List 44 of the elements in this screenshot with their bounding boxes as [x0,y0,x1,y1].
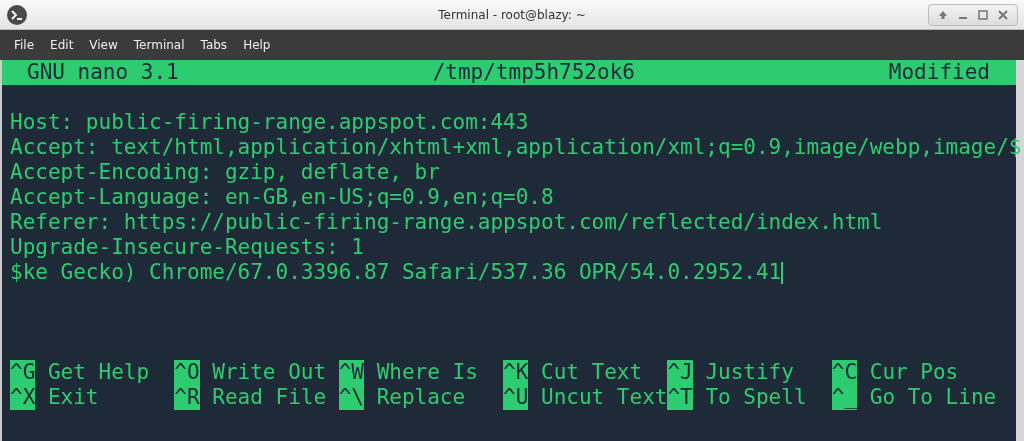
text-line: Upgrade-Insecure-Requests: 1 [10,235,364,260]
nano-version: GNU nano 3.1 [27,60,179,85]
shortcut-label: Go To Line [869,385,997,410]
menu-item[interactable]: Edit [42,38,82,52]
terminal-icon [6,3,28,26]
text-cursor [781,261,784,284]
text-line: $ke Gecko) Chrome/67.0.3396.87 Safari/537.36 OPR/54.0.2952.41 [10,260,782,285]
shortcut-key: ^W [338,360,364,385]
shortcut-label: Where Is [376,360,478,385]
shortcut-key: ^_ [831,385,858,410]
modified-status: Modified [888,60,990,85]
menu-item[interactable]: Terminal [125,38,193,52]
shortcut-key: ^O [174,360,200,385]
shortcut-label: Justify [705,360,794,385]
shortcut-label: Exit [47,385,99,410]
text-line: Referer: https://public-firing-range.appspot.com/reflected/index.html [10,210,883,235]
shortcut-label: Write Out [212,360,327,385]
shortcut-label: Get Help [47,360,150,385]
menu-item[interactable]: File [6,38,43,52]
shortcut-label: Uncut Text [541,385,668,410]
shortcut-label: To Spell [705,385,807,410]
menu-item[interactable]: View [81,38,126,52]
shortcut-key: ^T [667,385,693,410]
text-line: Host: public-firing-range.appspot.com:443 [10,110,529,135]
shortcut-label: Cut Text [541,360,643,385]
shortcut-label: Replace [376,385,466,410]
menu-item[interactable]: Tabs [192,38,236,52]
shortcut-key: ^J [667,360,693,385]
file-name: /tmp/tmp5h752ok6 [432,60,635,85]
maximize-icon[interactable] [977,8,989,21]
shortcut-key: ^K [503,360,529,385]
shortcut-key: ^R [174,385,200,410]
shortcut-label: Cur Pos [869,360,959,385]
shortcut-key: ^U [503,385,529,410]
window-title: Terminal - root@blazy: ~ [438,7,586,22]
text-line: Accept-Encoding: gzip, deflate, br [10,160,440,185]
shortcut-key: ^X [10,385,36,410]
shortcut-key: ^C [831,360,858,385]
close-icon[interactable] [997,8,1009,21]
shortcut-label: Read File [212,385,327,410]
shortcut-key: ^\ [338,385,364,410]
text-line: Accept-Language: en-GB,en-US;q=0.9,en;q=0.8 [10,185,554,210]
menu-item[interactable]: Help [235,38,279,52]
shortcut-key: ^G [10,360,36,385]
